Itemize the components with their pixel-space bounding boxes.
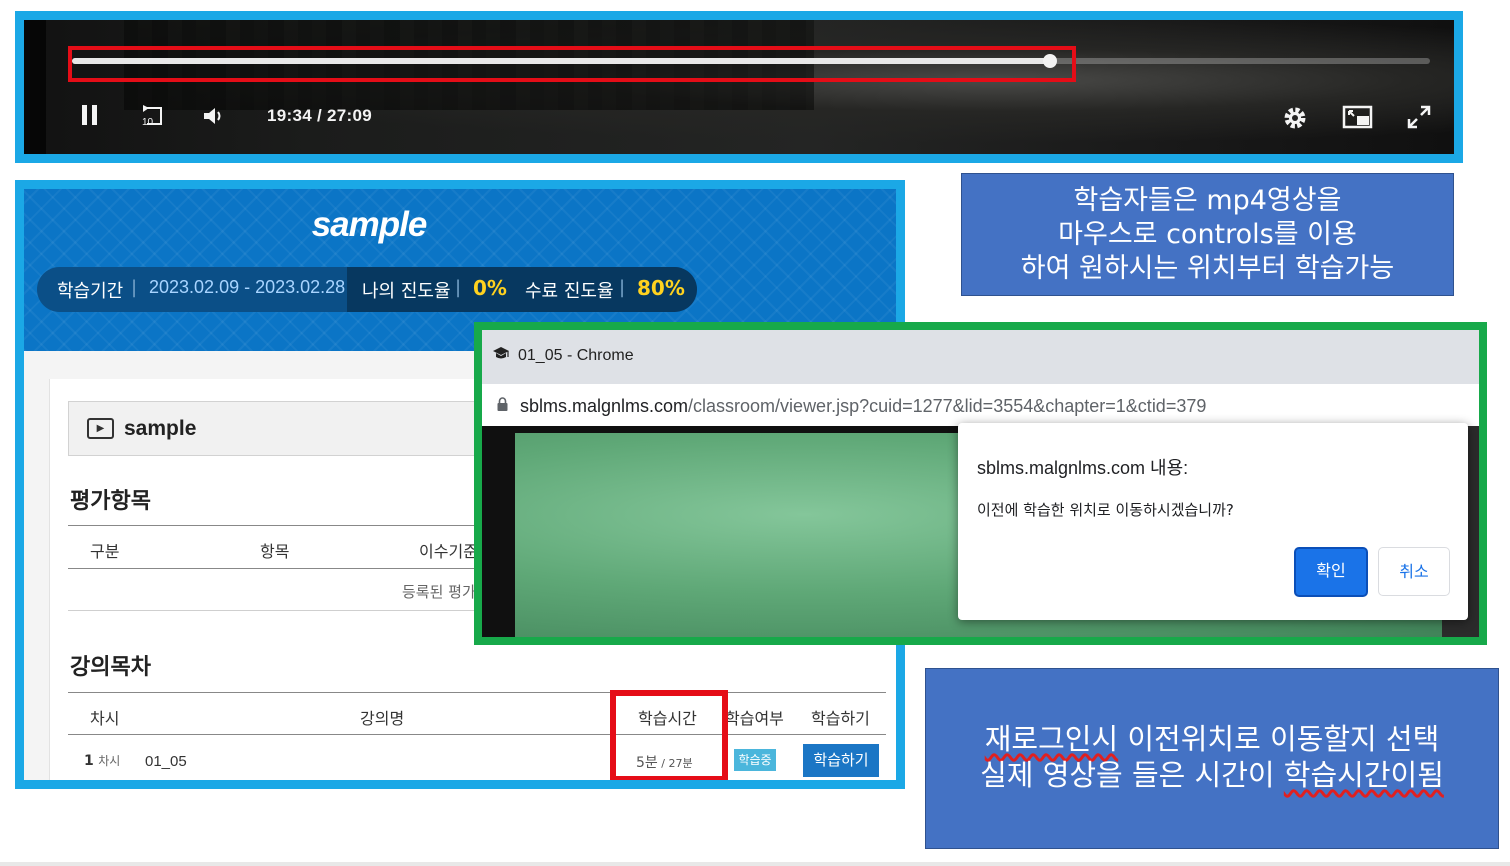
callout-bottom-line-1: 재로그인시 이전위치로 이동할지 선택: [926, 721, 1498, 757]
period-value: 2023.02.09 - 2023.02.28: [149, 277, 346, 297]
dialog-message: 이전에 학습한 위치로 이동하시겠습니까?: [977, 501, 1234, 519]
table-row: 1 차시: [84, 752, 120, 769]
callout-bottom-line-2: 실제 영상을 들은 시간이 학습시간이됨: [926, 757, 1498, 793]
my-progress-label: 나의 진도율: [362, 281, 451, 302]
dialog-ok-button[interactable]: 확인: [1294, 547, 1368, 597]
period-separator: |: [131, 277, 138, 298]
graduation-cap-icon: [492, 346, 510, 367]
complete-progress-label: 수료 진도율: [525, 281, 614, 302]
callout-bottom-line-2-b: 학습시간이됨: [1283, 758, 1444, 792]
course-header-title: sample: [311, 205, 428, 244]
callout-top-line-2: 마우스로 controls를 이용: [1058, 219, 1357, 250]
lecture-table-top-border: [68, 692, 886, 693]
eval-header-criteria: 이수기준: [419, 542, 478, 561]
chrome-window-title: 01_05 - Chrome: [518, 347, 634, 364]
fullscreen-icon[interactable]: [1404, 104, 1434, 136]
study-button[interactable]: 학습하기: [803, 744, 879, 777]
svg-text:10: 10: [142, 117, 154, 128]
url-path: /classroom/viewer.jsp?cuid=1277&lid=3554…: [688, 396, 1207, 416]
time-display: 19:34 / 27:09: [267, 106, 373, 125]
dialog-cancel-button[interactable]: 취소: [1378, 547, 1450, 596]
chrome-viewer-window: 01_05 - Chrome sblms.malgnlms.com/classr…: [474, 322, 1487, 645]
session-number: 1: [84, 753, 94, 769]
my-progress-value: 0%: [473, 276, 507, 300]
period-label: 학습기간: [57, 281, 124, 302]
course-info-pill: 학습기간 | 2023.02.09 - 2023.02.28 나의 진도율 | …: [37, 267, 697, 312]
settings-icon[interactable]: [1280, 104, 1310, 138]
rewind-10-icon[interactable]: 10: [138, 104, 168, 134]
lecture-section-title: 강의목차: [70, 655, 151, 680]
address-bar[interactable]: sblms.malgnlms.com/classroom/viewer.jsp?…: [482, 384, 1479, 426]
eval-header-item: 항목: [260, 542, 290, 561]
chrome-titlebar: 01_05 - Chrome: [482, 330, 1479, 384]
eval-section-title: 평가항목: [70, 489, 151, 514]
callout-seek-info: 학습자들은 mp4영상을 마우스로 controls를 이용 하여 원하시는 위…: [961, 173, 1454, 296]
complete-progress-value: 80%: [637, 276, 685, 300]
pause-icon[interactable]: [78, 104, 102, 132]
complete-separator: |: [619, 277, 626, 298]
eval-empty-message: 등록된 평가: [402, 583, 476, 601]
lock-icon[interactable]: [497, 396, 508, 411]
status-badge: 학습중: [734, 749, 776, 771]
eval-header-category: 구분: [90, 542, 120, 561]
dialog-origin: sblms.malgnlms.com 내용:: [977, 458, 1189, 478]
callout-top-line-3: 하여 원하시는 위치부터 학습가능: [1020, 253, 1395, 284]
lecture-header-status: 학습여부: [725, 709, 784, 728]
lecture-header-action: 학습하기: [811, 709, 870, 728]
lecture-header-divider: [68, 734, 886, 735]
progress-highlight-box: [68, 46, 1076, 82]
session-unit: 차시: [98, 754, 121, 768]
callout-bottom-line-1-a: 재로그인시: [984, 722, 1119, 756]
course-title: sample: [124, 417, 197, 440]
callout-resume-info: 재로그인시 이전위치로 이동할지 선택 실제 영상을 들은 시간이 학습시간이됨: [925, 668, 1499, 849]
lecture-header-name: 강의명: [360, 709, 405, 728]
study-time-highlight-box: [610, 690, 728, 780]
volume-icon[interactable]: [200, 104, 230, 134]
lecture-header-session: 차시: [90, 709, 120, 728]
url-host: sblms.malgnlms.com: [520, 396, 689, 416]
video-play-icon: ▶: [87, 418, 114, 439]
slide-bottom-border: [0, 862, 1510, 866]
lecture-name: 01_05: [145, 753, 187, 770]
video-left-border: [24, 20, 46, 154]
callout-top-line-1: 학습자들은 mp4영상을: [1073, 185, 1342, 216]
pip-icon[interactable]: [1342, 104, 1374, 136]
url-text[interactable]: sblms.malgnlms.com/classroom/viewer.jsp?…: [520, 396, 1206, 417]
callout-bottom-line-1-b: 이전위치로 이동할지 선택: [1118, 722, 1440, 756]
resume-dialog: sblms.malgnlms.com 내용: 이전에 학습한 위치로 이동하시겠…: [958, 423, 1468, 620]
video-player: 10 19:34 / 27:09: [15, 11, 1463, 163]
progress-separator: |: [455, 277, 462, 298]
callout-bottom-line-2-a: 실제 영상을 들은 시간이: [980, 758, 1284, 792]
